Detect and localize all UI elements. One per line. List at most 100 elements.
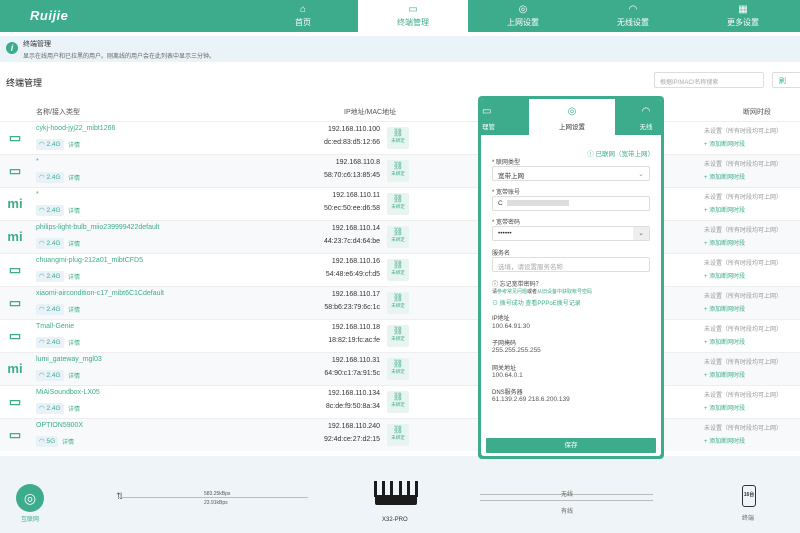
add-block-time-link[interactable]: + 添加断网时段 xyxy=(704,205,745,214)
faq-link[interactable]: 参考常见问题 xyxy=(497,289,527,295)
col-ip-header: IP地址/MAC地址 xyxy=(344,109,397,116)
dial-status: ⊙ 拨号成功 查看PPPoE拨号记录 xyxy=(492,301,581,307)
add-block-time-link[interactable]: + 添加断网时段 xyxy=(704,238,745,247)
device-name[interactable]: lumi_gateway_mgl03 xyxy=(36,356,102,363)
popup-tab-management[interactable]: ▭ 理管 xyxy=(481,99,501,135)
conn-type-select[interactable]: 宽带上网 ⌄ xyxy=(492,166,650,181)
device-name[interactable]: philips-light-bulb_miio239999422default xyxy=(36,224,159,231)
band-badge: ◠ 2.4G xyxy=(36,205,64,216)
tab-wireless-settings[interactable]: ◠ 无线设置 xyxy=(578,0,688,32)
add-block-time-link[interactable]: + 添加断网时段 xyxy=(704,337,745,346)
detail-link[interactable]: 详情 xyxy=(68,140,80,149)
blocked-time-status: 未设置（所有时段均可上网） xyxy=(704,261,783,267)
device-name[interactable]: MiAiSoundbox-LX05 xyxy=(36,389,100,396)
add-block-time-link[interactable]: + 添加断网时段 xyxy=(704,304,745,313)
bind-button[interactable]: ⛓ 未绑定 xyxy=(387,259,409,281)
pppoe-log-link[interactable]: 查看PPPoE拨号记录 xyxy=(525,301,580,307)
device-name[interactable]: * xyxy=(36,191,39,198)
detail-link[interactable]: 详情 xyxy=(68,173,80,182)
old-device-link[interactable]: 从旧设备中获取帐号密码 xyxy=(537,289,592,295)
bind-button[interactable]: ⛓ 未绑定 xyxy=(387,127,409,149)
add-block-time-link[interactable]: + 添加断网时段 xyxy=(704,172,745,181)
wifi-icon: ◠ xyxy=(39,339,45,346)
link-icon: ⛓ xyxy=(392,260,404,269)
bind-button[interactable]: ⛓ 未绑定 xyxy=(387,226,409,248)
tab-device-management[interactable]: ▭ 终端管理 xyxy=(358,0,468,32)
detail-link[interactable]: 详情 xyxy=(68,272,80,281)
service-name-field[interactable]: 选填，请设置服务名称 xyxy=(492,257,650,272)
detail-link[interactable]: 详情 xyxy=(68,338,80,347)
popup-tab-internet[interactable]: ◎ 上网设置 xyxy=(529,99,615,135)
table-row: mi lumi_gateway_mgl03 ◠ 2.4G 详情 192.168.110.… xyxy=(0,352,800,385)
add-block-time-link[interactable]: + 添加断网时段 xyxy=(704,139,745,148)
save-button[interactable]: 保存 xyxy=(486,438,656,453)
device-name[interactable]: xiaomi-aircondition-c17_mibt6C1Cdefault xyxy=(36,290,164,297)
device-ip: 192.168.110.8 xyxy=(335,159,380,166)
detail-link[interactable]: 详情 xyxy=(62,437,74,446)
add-block-time-link[interactable]: + 添加断网时段 xyxy=(704,370,745,379)
account-field[interactable]: C xyxy=(492,196,650,211)
router-image[interactable] xyxy=(371,481,421,513)
add-block-time-link[interactable]: + 添加断网时段 xyxy=(704,436,745,445)
blocked-time-status: 未设置（所有时段均可上网） xyxy=(704,360,783,366)
monitor-icon: ▭ xyxy=(8,130,22,145)
add-block-time-link[interactable]: + 添加断网时段 xyxy=(704,403,745,412)
detail-link[interactable]: 详情 xyxy=(68,206,80,215)
search-input[interactable]: 根据IP/MAC/名称搜索 xyxy=(654,72,764,88)
bind-button[interactable]: ⛓ 未绑定 xyxy=(387,391,409,413)
tab-home[interactable]: ⌂ 首页 xyxy=(248,0,358,32)
device-mac: 92:4d:ce:27:d2:15 xyxy=(323,436,380,443)
bind-button[interactable]: ⛓ 未绑定 xyxy=(387,358,409,380)
eye-toggle-icon[interactable]: ⌄ xyxy=(633,227,649,240)
device-ip: 192.168.110.11 xyxy=(332,192,380,199)
check-icon: ⊙ xyxy=(492,301,499,307)
blocked-time-status: 未设置（所有时段均可上网） xyxy=(704,426,783,432)
wifi-icon: ◠ xyxy=(628,4,638,15)
forgot-password-help: 请参考常见问题或者从旧设备中获取帐号密码 xyxy=(492,289,593,295)
account-label: * 宽带账号 xyxy=(492,190,521,196)
monitor-icon: ▭ xyxy=(8,328,22,343)
device-name[interactable]: chuangmi-plug-212a01_mibtCFD5 xyxy=(36,257,143,264)
device-name[interactable]: Tmall-Genie xyxy=(36,323,74,330)
bind-button[interactable]: ⛓ 未绑定 xyxy=(387,325,409,347)
notice-description: 显示在线用户和已拉黑的用户。刚离线的用户会在此列表中显示三分钟。 xyxy=(23,54,216,60)
top-nav-bar: Ruijie ⌂ 首页 ▭ 终端管理 ◎ 上网设置 ◠ 无线设置 ▦ 更多设置 xyxy=(0,0,800,32)
detail-link[interactable]: 详情 xyxy=(68,404,80,413)
link-icon: ⛓ xyxy=(392,227,404,236)
dns-value: 61.139.2.69 218.6.200.139 xyxy=(492,396,570,403)
conn-type-label: * 联网类型 xyxy=(492,160,521,166)
table-row: ▭ chuangmi-plug-212a01_mibtCFD5 ◠ 2.4G 详情 19… xyxy=(0,253,800,286)
ip-value: 100.64.91.30 xyxy=(492,323,530,330)
detail-link[interactable]: 详情 xyxy=(68,305,80,314)
popup-tab-wireless[interactable]: ◠ 无线 xyxy=(631,99,661,135)
terminal-label: 终端 xyxy=(742,516,755,522)
wifi-icon: ◠ xyxy=(641,106,651,117)
bind-button[interactable]: ⛓ 未绑定 xyxy=(387,292,409,314)
detail-link[interactable]: 详情 xyxy=(68,371,80,380)
password-field[interactable]: •••••• ⌄ xyxy=(492,226,650,241)
link-icon: ⛓ xyxy=(392,194,404,203)
band-badge: ◠ 2.4G xyxy=(36,403,64,414)
password-label: * 宽带密码 xyxy=(492,220,521,226)
refresh-button[interactable]: 刷 xyxy=(772,72,800,88)
page-title: 终端管理 xyxy=(6,78,43,88)
mi-icon: mi xyxy=(7,361,23,376)
band-badge: ◠ 5G xyxy=(36,436,59,447)
globe-icon[interactable]: ◎ xyxy=(16,484,44,512)
detail-link[interactable]: 详情 xyxy=(68,239,80,248)
device-name[interactable]: * xyxy=(36,158,39,165)
bind-button[interactable]: ⛓ 未绑定 xyxy=(387,193,409,215)
download-speed: 23.91kBps xyxy=(204,500,228,506)
phone-icon[interactable]: 16台 xyxy=(742,485,756,507)
tab-more-settings[interactable]: ▦ 更多设置 xyxy=(688,0,798,32)
device-name[interactable]: cykj-hood-jyj22_mibt1266 xyxy=(36,125,115,132)
device-name[interactable]: OPTION5900X xyxy=(36,422,83,429)
device-ip: 192.168.110.31 xyxy=(331,357,380,364)
tab-internet-settings[interactable]: ◎ 上网设置 xyxy=(468,0,578,32)
device-ip: 192.168.110.240 xyxy=(327,423,380,430)
bind-button[interactable]: ⛓ 未绑定 xyxy=(387,424,409,446)
blocked-time-status: 未设置（所有时段均可上网） xyxy=(704,228,783,234)
bind-button[interactable]: ⛓ 未绑定 xyxy=(387,160,409,182)
monitor-icon: ▭ xyxy=(8,163,22,178)
add-block-time-link[interactable]: + 添加断网时段 xyxy=(704,271,745,280)
